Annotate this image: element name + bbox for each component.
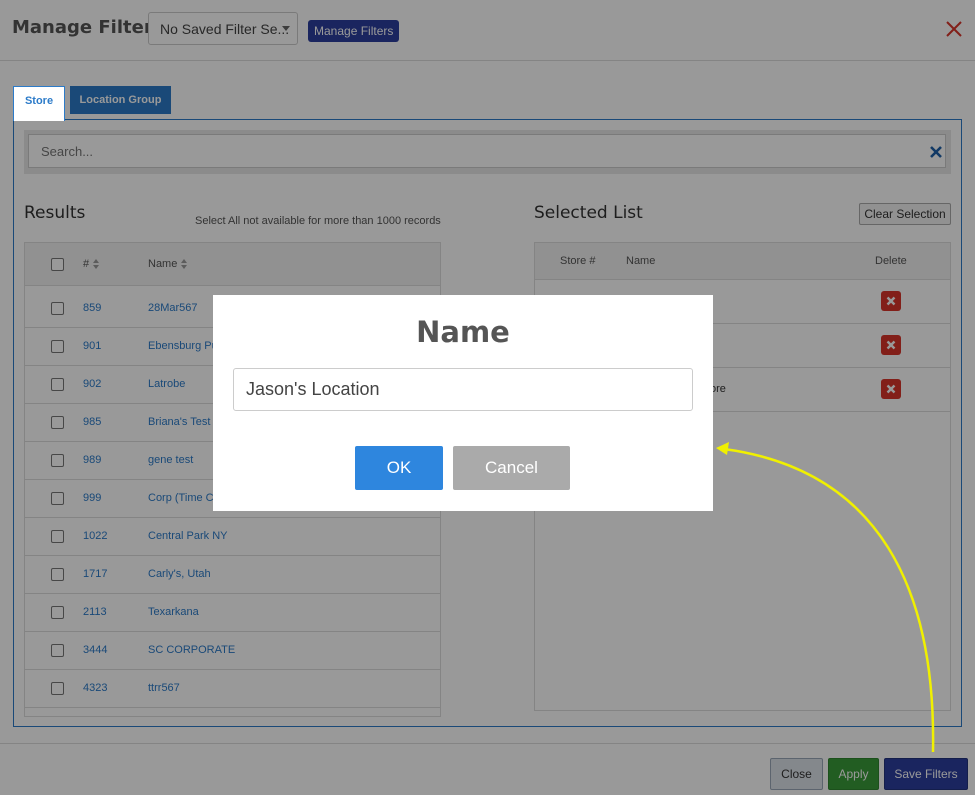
ok-button[interactable]: OK [355, 446, 443, 490]
name-dialog: Name OK Cancel [213, 295, 713, 511]
cancel-button[interactable]: Cancel [453, 446, 570, 490]
tab-store[interactable]: Store [13, 86, 65, 121]
name-input[interactable] [233, 368, 693, 411]
dialog-title: Name [416, 315, 510, 349]
